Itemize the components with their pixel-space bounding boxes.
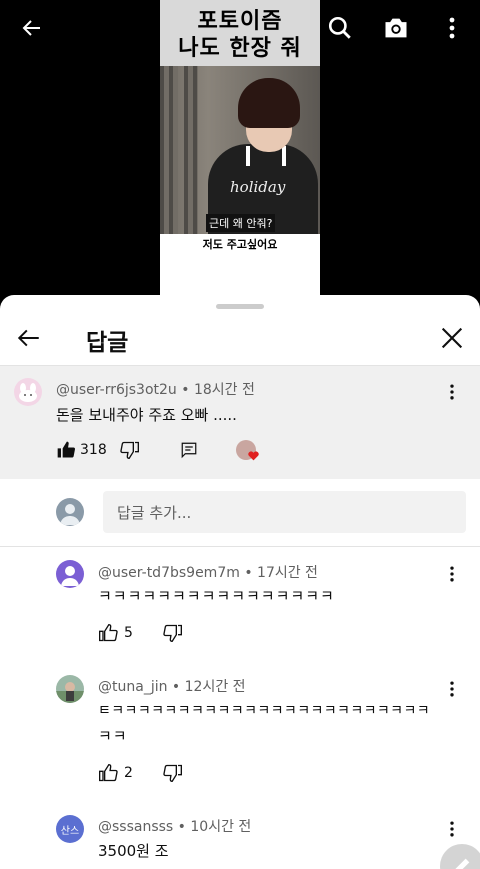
reply-text: ㅋㅋㅋㅋㅋㅋㅋㅋㅋㅋㅋㅋㅋㅋㅋㅋ [98, 587, 335, 605]
more-vertical-icon [450, 821, 454, 837]
video-scene: holiday 근데 왜 안줘? [160, 66, 320, 234]
comment-text: 돈을 보내주야 주죠 오빠 ..... [56, 406, 237, 424]
thumbs-down-icon [120, 441, 139, 460]
arrow-left-icon [22, 20, 40, 36]
close-button[interactable] [438, 324, 466, 352]
shirt-text: holiday [230, 178, 286, 196]
avatar[interactable] [56, 560, 84, 588]
thumbs-up-filled-icon [57, 441, 76, 458]
video-title-line2: 나도 한장 줘 [178, 36, 302, 61]
reply-meta: @sssansss • 10시간 전 [98, 816, 251, 836]
reply-time: 12시간 전 [184, 679, 246, 695]
reply-meta: @user-td7bs9em7m • 17시간 전 [98, 562, 318, 582]
search-button[interactable] [322, 10, 358, 46]
pencil-icon [455, 858, 470, 869]
curtain [184, 66, 198, 234]
comment-author[interactable]: @user-rr6js3ot2u [56, 382, 177, 398]
thumbs-down-icon [163, 624, 182, 643]
section-divider [0, 546, 480, 547]
video-player[interactable]: 포토이즘 나도 한장 줘 holiday 근데 왜 안줘? 저도 주고싶어요 [0, 0, 480, 310]
like-count: 5 [124, 625, 133, 641]
camera-icon [385, 18, 407, 38]
comment-time: 18시간 전 [193, 382, 255, 398]
search-icon [328, 16, 351, 39]
reply-input[interactable]: 답글 추가... [103, 491, 466, 533]
avatar-character-icon [19, 383, 37, 402]
drag-handle[interactable] [216, 304, 264, 309]
more-vertical-icon [450, 384, 454, 400]
video-subtitle: 근데 왜 안줘? [206, 214, 276, 232]
like-button[interactable]: 5 [98, 623, 133, 643]
reply-time: 17시간 전 [257, 565, 318, 581]
more-vertical-icon [449, 17, 455, 39]
person-icon [60, 504, 80, 525]
sheet-title: 답글 [86, 330, 129, 356]
sheet-back-button[interactable] [16, 325, 44, 353]
creator-heart [236, 440, 260, 464]
more-vertical-icon [450, 566, 454, 582]
reply-meta: @tuna_jin • 12시간 전 [98, 676, 246, 696]
avatar-photo-icon [56, 682, 84, 703]
like-button[interactable]: 2 [98, 763, 133, 783]
sheet-header: 답글 [0, 315, 480, 365]
thumbs-up-icon [99, 763, 118, 782]
person-hair [238, 78, 300, 128]
reply-author[interactable]: @user-td7bs9em7m [98, 565, 240, 581]
thumbs-down-icon [163, 764, 182, 783]
avatar[interactable] [14, 378, 42, 406]
video-title-line1: 포토이즘 [197, 9, 283, 34]
dislike-button[interactable] [163, 763, 183, 783]
arrow-left-icon [17, 329, 39, 347]
curtain [160, 66, 178, 234]
like-count: 318 [80, 442, 107, 458]
meta-separator: • [177, 819, 191, 835]
like-button[interactable]: 318 [56, 440, 107, 460]
reply-button[interactable] [180, 441, 198, 459]
dislike-button[interactable] [163, 623, 183, 643]
dislike-button[interactable] [120, 440, 140, 460]
replies-sheet: 답글 @user-rr6js3ot2u • 18시간 전 돈을 보내주야 주죠 … [0, 295, 480, 869]
comment-icon [181, 442, 197, 459]
avatar[interactable] [56, 675, 84, 703]
meta-separator: • [181, 382, 194, 398]
reply-author[interactable]: @tuna_jin [98, 679, 167, 695]
reply-menu-button[interactable] [442, 819, 462, 839]
reply-author[interactable]: @sssansss [98, 819, 173, 835]
video-frame: 포토이즘 나도 한장 줘 holiday 근데 왜 안줘? 저도 주고싶어요 [160, 0, 320, 300]
reply-time: 10시간 전 [190, 819, 252, 835]
reply-menu-button[interactable] [442, 679, 462, 699]
video-title: 포토이즘 나도 한장 줘 [160, 0, 320, 66]
like-count: 2 [124, 765, 133, 781]
thumbs-up-icon [99, 623, 118, 642]
camera-button[interactable] [378, 10, 414, 46]
close-icon [441, 327, 463, 349]
my-avatar [56, 498, 84, 526]
more-vertical-icon [450, 681, 454, 697]
meta-separator: • [171, 679, 185, 695]
parent-comment: @user-rr6js3ot2u • 18시간 전 돈을 보내주야 주죠 오빠 … [0, 366, 480, 479]
person-icon [61, 566, 79, 586]
heart-icon [248, 451, 259, 461]
compose-button[interactable] [440, 844, 480, 869]
video-caption: 저도 주고싶어요 [202, 238, 278, 251]
meta-separator: • [244, 565, 258, 581]
comment-meta: @user-rr6js3ot2u • 18시간 전 [56, 379, 255, 399]
back-button[interactable] [14, 10, 50, 46]
reply-text-line2: ㅋㅋ [98, 727, 128, 745]
avatar[interactable]: 산스 [56, 815, 84, 843]
reply-menu-button[interactable] [442, 564, 462, 584]
more-button[interactable] [434, 10, 470, 46]
reply-text-line1: ㅌㅋㅋㅋㅋㅋㅋㅋㅋㅋㅋㅋㅋㅋㅋㅋㅋㅋㅋㅋㅋㅋㅋㅋㅋ [98, 703, 430, 719]
reply-text: 3500원 조 [98, 842, 169, 860]
comment-menu-button[interactable] [442, 382, 462, 402]
